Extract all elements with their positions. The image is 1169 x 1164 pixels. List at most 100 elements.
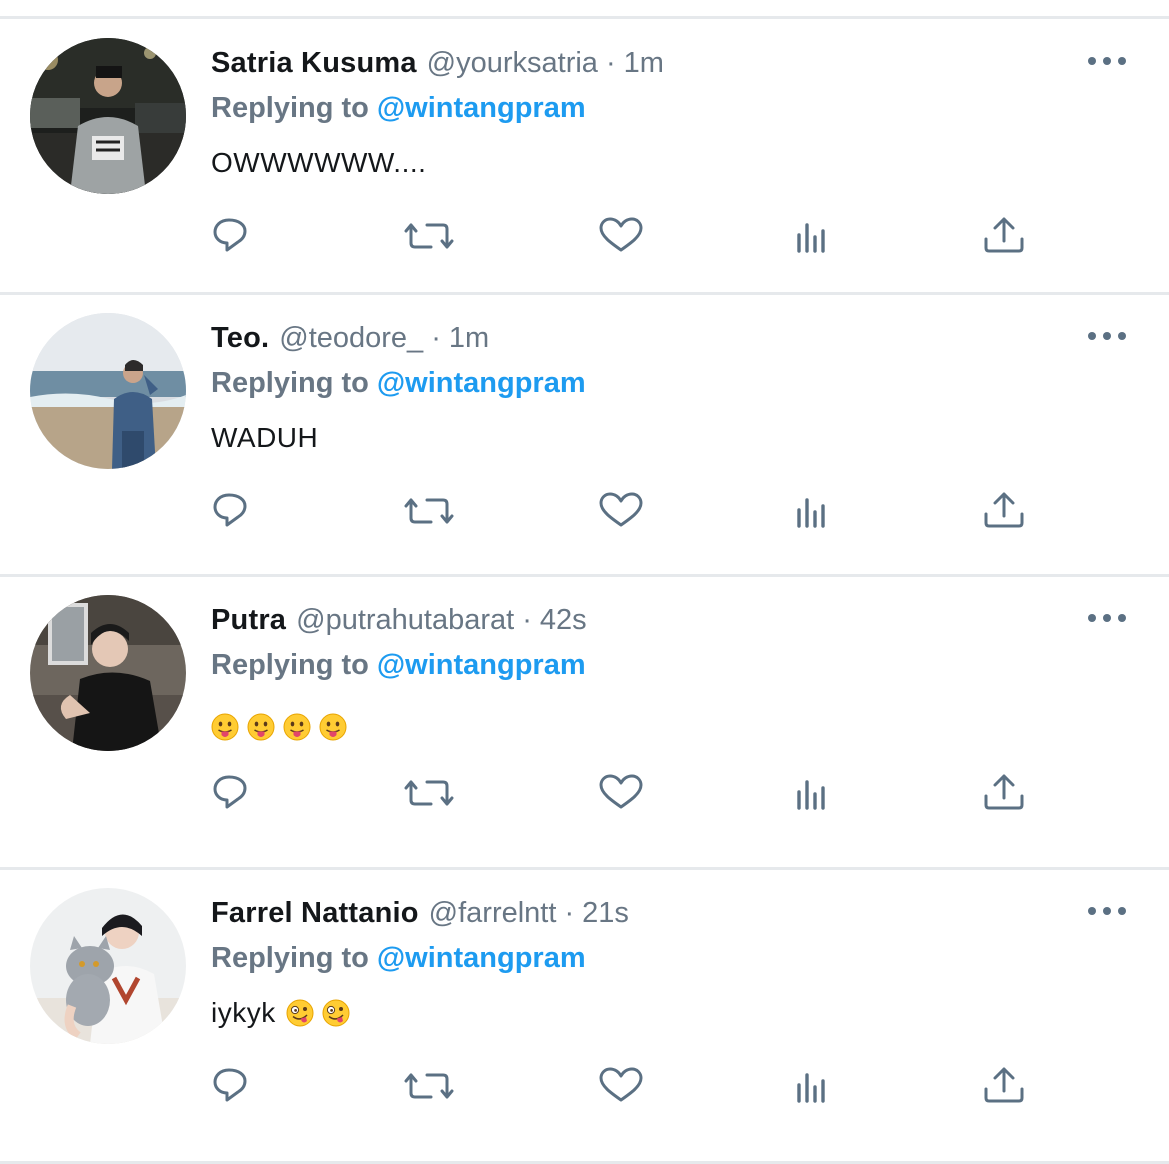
avatar-black-shirt-photo[interactable] <box>30 595 186 751</box>
analytics-icon <box>797 498 825 528</box>
display-name[interactable]: Teo. <box>211 322 269 354</box>
zany-face-emoji <box>322 999 350 1027</box>
mention-link[interactable]: @wintangpram <box>377 942 586 974</box>
tweet-timestamp[interactable]: 1m <box>624 47 664 79</box>
analytics-button[interactable] <box>785 488 841 540</box>
tweet-header: Satria Kusuma @yourksatria · 1m <box>211 43 664 83</box>
replying-to-label: Replying to <box>211 92 369 124</box>
avatar-cat-photo[interactable] <box>30 888 186 1044</box>
tweet-timestamp[interactable]: 1m <box>449 322 489 354</box>
avatar-night-street-photo[interactable] <box>30 38 186 194</box>
user-handle[interactable]: @yourksatria <box>427 47 598 79</box>
replying-to-label: Replying to <box>211 649 369 681</box>
replying-to: Replying to @wintangpram <box>211 88 586 128</box>
like-button[interactable] <box>593 488 649 540</box>
tweet[interactable]: Putra @putrahutabarat · 42s Replying to @wint… <box>0 576 1169 855</box>
like-button[interactable] <box>593 213 649 265</box>
tweet[interactable]: Teo. @teodore_ · 1m Replying to @wintangpram W… <box>0 294 1169 573</box>
replying-to-label: Replying to <box>211 367 369 399</box>
face-with-tongue-emoji <box>247 713 275 741</box>
like-icon <box>599 774 643 809</box>
tweet-text <box>211 706 355 748</box>
display-name[interactable]: Satria Kusuma <box>211 47 417 79</box>
retweet-button[interactable] <box>401 213 457 265</box>
reply-button[interactable] <box>209 770 265 822</box>
mention-link[interactable]: @wintangpram <box>377 367 586 399</box>
tweet-header: Putra @putrahutabarat · 42s <box>211 600 587 640</box>
user-handle[interactable]: @putrahutabarat <box>296 604 514 636</box>
analytics-icon <box>797 223 825 253</box>
share-button[interactable] <box>976 488 1032 540</box>
reply-icon <box>213 493 247 527</box>
reply-button[interactable] <box>209 213 265 265</box>
user-handle[interactable]: @farrelntt <box>429 897 557 929</box>
user-handle[interactable]: @teodore_ <box>279 322 423 354</box>
share-icon <box>984 1067 1024 1103</box>
analytics-button[interactable] <box>785 213 841 265</box>
share-icon <box>984 774 1024 810</box>
share-button[interactable] <box>976 213 1032 265</box>
like-button[interactable] <box>593 1063 649 1115</box>
like-icon <box>599 492 643 527</box>
tweet-timestamp[interactable]: 21s <box>582 897 629 929</box>
retweet-icon <box>404 223 454 249</box>
tweet-text: WADUH <box>211 417 318 459</box>
face-with-tongue-emoji <box>283 713 311 741</box>
retweet-icon <box>404 780 454 806</box>
replying-to: Replying to @wintangpram <box>211 938 586 978</box>
tweet-actions <box>0 1063 1169 1115</box>
meta-separator: · <box>605 47 616 79</box>
retweet-icon <box>404 1073 454 1099</box>
more-options-icon[interactable] <box>1084 324 1130 348</box>
analytics-icon <box>797 780 825 810</box>
replying-to-label: Replying to <box>211 942 369 974</box>
zany-face-emoji <box>286 999 314 1027</box>
tweet-body: iykyk <box>211 997 276 1028</box>
face-with-tongue-emoji <box>319 713 347 741</box>
retweet-button[interactable] <box>401 1063 457 1115</box>
tweet-header: Teo. @teodore_ · 1m <box>211 318 489 358</box>
tweet-actions <box>0 770 1169 822</box>
meta-separator: · <box>431 322 441 354</box>
analytics-button[interactable] <box>785 770 841 822</box>
reply-button[interactable] <box>209 1063 265 1115</box>
tweet-text: OWWWWWW.... <box>211 142 426 184</box>
retweet-button[interactable] <box>401 488 457 540</box>
analytics-button[interactable] <box>785 1063 841 1115</box>
replying-to: Replying to @wintangpram <box>211 363 586 403</box>
like-icon <box>599 217 643 252</box>
reply-icon <box>213 775 247 809</box>
retweet-button[interactable] <box>401 770 457 822</box>
more-options-icon[interactable] <box>1084 899 1130 923</box>
share-icon <box>984 492 1024 528</box>
mention-link[interactable]: @wintangpram <box>377 92 586 124</box>
retweet-icon <box>404 498 454 524</box>
reply-button[interactable] <box>209 488 265 540</box>
meta-separator: · <box>564 897 575 929</box>
tweet-header: Farrel Nattanio @farrelntt · 21s <box>211 893 629 933</box>
display-name[interactable]: Putra <box>211 604 286 636</box>
tweet-timestamp[interactable]: 42s <box>540 604 587 636</box>
face-with-tongue-emoji <box>211 713 239 741</box>
display-name[interactable]: Farrel Nattanio <box>211 897 419 929</box>
mention-link[interactable]: @wintangpram <box>377 649 586 681</box>
avatar-beach-photo[interactable] <box>30 313 186 469</box>
share-button[interactable] <box>976 1063 1032 1115</box>
share-button[interactable] <box>976 770 1032 822</box>
tweet-body: OWWWWWW.... <box>211 147 427 178</box>
analytics-icon <box>797 1073 825 1103</box>
tweet[interactable]: Farrel Nattanio @farrelntt · 21s Replying to… <box>0 869 1169 1148</box>
tweet-actions <box>0 213 1169 265</box>
like-icon <box>599 1067 643 1102</box>
like-button[interactable] <box>593 770 649 822</box>
more-options-icon[interactable] <box>1084 49 1130 73</box>
replying-to: Replying to @wintangpram <box>211 645 586 685</box>
tweet-text: iykyk <box>211 992 358 1034</box>
tweet[interactable]: Satria Kusuma @yourksatria · 1m Replying to @… <box>0 19 1169 298</box>
reply-icon <box>213 1068 247 1102</box>
share-icon <box>984 217 1024 253</box>
tweet-actions <box>0 488 1169 540</box>
tweet-body: WADUH <box>211 422 319 453</box>
more-options-icon[interactable] <box>1084 606 1130 630</box>
meta-separator: · <box>522 604 532 636</box>
